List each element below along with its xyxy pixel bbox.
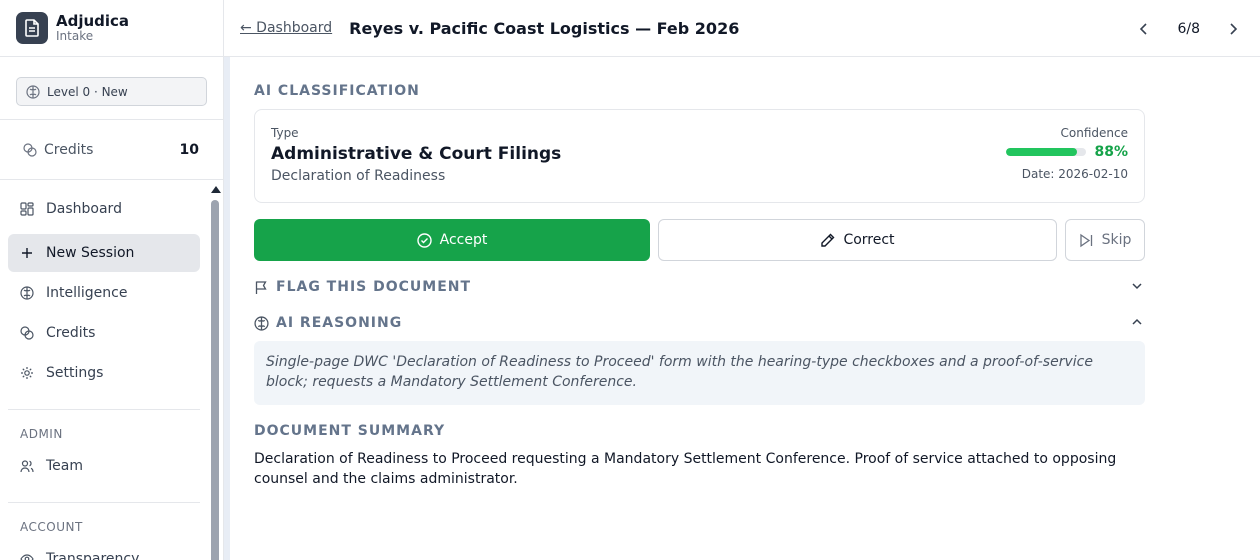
scroll-up-arrow-icon[interactable] (211, 186, 221, 193)
sidebar-item-label: Intelligence (46, 285, 128, 301)
app-root: Adjudica Intake Level 0 · New Credits 10 (0, 0, 1260, 560)
sidebar-item-label: Settings (46, 365, 104, 381)
eye-icon (20, 554, 34, 560)
correct-button-label: Correct (843, 232, 895, 248)
back-to-dashboard-link[interactable]: ← Dashboard (240, 20, 332, 36)
flag-document-toggle[interactable]: FLAG THIS DOCUMENT (254, 277, 1145, 297)
sidebar-item-team[interactable]: Team (8, 447, 200, 485)
plus-icon (22, 248, 32, 258)
skip-button[interactable]: Skip (1065, 219, 1145, 261)
accept-button[interactable]: Accept (254, 219, 650, 261)
reasoning-section-title: AI REASONING (276, 315, 403, 331)
document-position: 6/8 (1177, 20, 1200, 37)
chevron-up-icon (1132, 318, 1142, 325)
level-badge[interactable]: Level 0 · New (16, 77, 207, 106)
sidebar-item-transparency[interactable]: Transparency (8, 540, 200, 560)
app-name: Adjudica (56, 12, 130, 31)
ai-reasoning-toggle[interactable]: AI REASONING (254, 313, 1145, 333)
coins-icon (20, 326, 34, 340)
flag-section-title: FLAG THIS DOCUMENT (276, 279, 472, 295)
skip-forward-icon (1079, 233, 1092, 247)
flag-icon (255, 280, 267, 294)
credits-value: 10 (179, 141, 199, 158)
classification-section-title: AI CLASSIFICATION (254, 83, 420, 99)
document-summary-text: Declaration of Readiness to Proceed requ… (254, 451, 1117, 487)
sidebar-item-label: Transparency (46, 551, 140, 560)
ai-reasoning-text: Single-page DWC 'Declaration of Readines… (254, 341, 1145, 405)
document-subtype: Declaration of Readiness (271, 168, 446, 184)
confidence-label: Confidence (1060, 126, 1128, 140)
sidebar-scrollbar[interactable] (208, 181, 223, 560)
chevron-down-icon (1132, 283, 1142, 290)
classification-card: Type Administrative & Court Filings Decl… (254, 109, 1145, 203)
summary-section-title: DOCUMENT SUMMARY (254, 423, 446, 439)
coins-icon (23, 142, 37, 157)
dashboard-icon (20, 202, 34, 216)
previous-document-button[interactable] (1129, 14, 1159, 44)
sidebar-nav: Dashboard New Session Intelligence Credi… (0, 181, 208, 560)
sidebar-item-label: New Session (46, 245, 135, 261)
sidebar-item-label: Credits (46, 325, 96, 341)
sidebar-item-dashboard[interactable]: Dashboard (8, 190, 200, 228)
sidebar-item-intelligence[interactable]: Intelligence (8, 274, 200, 312)
credits-label: Credits (44, 141, 94, 158)
confidence-bar-fill (1006, 148, 1077, 156)
next-document-button[interactable] (1218, 14, 1248, 44)
pencil-icon (821, 233, 835, 247)
page-title: Reyes v. Pacific Coast Logistics — Feb 2… (349, 18, 740, 38)
confidence-bar (1006, 148, 1087, 156)
sidebar: Adjudica Intake Level 0 · New Credits 10 (0, 0, 224, 560)
app-subtitle: Intake (56, 28, 94, 43)
skip-button-label: Skip (1101, 232, 1132, 248)
correct-button[interactable]: Correct (658, 219, 1057, 261)
main-left-border (224, 57, 230, 560)
brain-icon (254, 315, 269, 331)
document-date: Date: 2026-02-10 (1021, 167, 1128, 181)
brain-icon (20, 286, 34, 300)
sidebar-item-credits[interactable]: Credits (8, 314, 200, 352)
brand[interactable]: Adjudica Intake (0, 0, 223, 57)
document-pager: 6/8 (1129, 0, 1260, 57)
page-header: ← Dashboard Reyes v. Pacific Coast Logis… (224, 0, 1260, 57)
admin-section-title: ADMIN (20, 427, 63, 441)
scroll-thumb[interactable] (211, 200, 219, 560)
sidebar-item-settings[interactable]: Settings (8, 354, 200, 392)
brain-icon (26, 84, 40, 99)
document-type: Administrative & Court Filings (271, 144, 562, 164)
chevron-right-icon (1230, 22, 1238, 35)
chevron-left-icon (1140, 22, 1148, 35)
confidence-value: 88% (1094, 144, 1128, 160)
credits-summary[interactable]: Credits 10 (0, 120, 223, 180)
level-badge-label: Level 0 · New (47, 84, 128, 99)
sidebar-item-new-session[interactable]: New Session (8, 234, 200, 272)
account-section-title: ACCOUNT (20, 520, 83, 534)
gear-icon (21, 367, 33, 379)
check-circle-icon (416, 232, 432, 248)
divider (8, 502, 200, 503)
divider (8, 409, 200, 410)
accept-button-label: Accept (439, 232, 488, 248)
sidebar-item-label: Dashboard (46, 201, 122, 217)
users-icon (20, 460, 34, 473)
document-icon (16, 12, 48, 44)
sidebar-item-label: Team (46, 458, 84, 474)
type-label: Type (271, 126, 299, 140)
review-actions: Accept Correct Skip (254, 219, 1145, 261)
